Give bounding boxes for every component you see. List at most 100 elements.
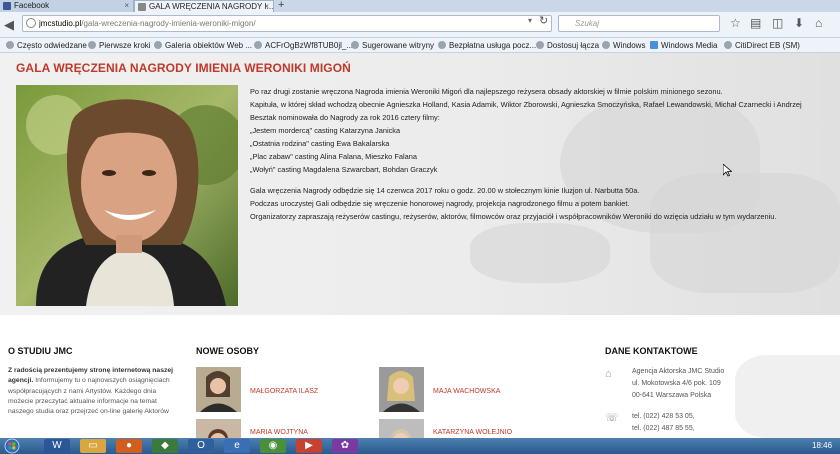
site-info-icon[interactable] [26, 18, 36, 28]
tab-facebook[interactable]: Facebook × [0, 0, 134, 12]
clock[interactable]: 18:46 [812, 438, 832, 454]
search-input[interactable]: Szukaj [558, 15, 720, 32]
bookmark-icon [88, 41, 96, 49]
contact-phones: tel. (022) 428 53 05, tel. (022) 487 85 … [632, 411, 695, 435]
person-name[interactable]: MAŁGORZATA ILASZ [250, 388, 318, 395]
bookmark-star-icon[interactable]: ☆ [730, 16, 741, 30]
film-nominee: „Plac zabaw" casting Alina Falana, Miesz… [250, 152, 417, 161]
back-icon[interactable]: ◀ [4, 12, 14, 38]
bookmark-label: Dostosuj łącza [547, 41, 600, 50]
bookmark-label: Sugerowane witryny [362, 41, 435, 50]
article-paragraph: Besztak nominowała do Nagrody za rok 201… [250, 113, 440, 122]
person-photo[interactable] [379, 419, 424, 438]
bookmark-item[interactable]: Windows [602, 38, 645, 53]
person-avatar [196, 419, 241, 438]
footer: O STUDIU JMC Z radością prezentujemy str… [0, 315, 840, 438]
bookmark-icon [154, 41, 162, 49]
article-paragraph: Podczas uroczystej Gali odbędzie się wrę… [250, 199, 630, 208]
facebook-icon [3, 2, 11, 10]
address-bar[interactable]: jmcstudio.pl/gala-wreczenia-nagrody-imie… [22, 15, 552, 32]
app-icon[interactable]: ✿ [332, 439, 358, 453]
bookmark-icon [254, 41, 262, 49]
contact-address: Agencja Aktorska JMC Studio ul. Mokotows… [632, 366, 724, 401]
start-button-icon[interactable] [3, 438, 21, 454]
bookmark-item[interactable]: Sugerowane witryny [351, 38, 434, 53]
about-heading: O STUDIU JMC [8, 346, 73, 356]
bookmark-label: Pierwsze kroki [99, 41, 151, 50]
person-avatar [379, 367, 424, 412]
bookmark-icon [602, 41, 610, 49]
close-tab-icon[interactable]: × [124, 0, 129, 12]
bookmark-item[interactable]: Często odwiedzane [6, 38, 87, 53]
page-title: GALA WRĘCZENIA NAGRODY IMIENIA WERONIKI … [16, 61, 351, 75]
background-decoration [735, 355, 840, 438]
bookmark-label: Windows Media [661, 41, 718, 50]
person-name[interactable]: KATARZYNA WOŁEJNIO [433, 429, 512, 436]
bookmark-icon [351, 41, 359, 49]
bookmark-label: Galeria obiektów Web ... [165, 41, 253, 50]
mouse-cursor-icon [723, 164, 732, 177]
article-paragraph: Kapituła, w której skład wchodzą obecnie… [250, 100, 802, 109]
download-icon[interactable]: ⬇ [794, 16, 804, 30]
bookmark-item[interactable]: Dostosuj łącza [536, 38, 599, 53]
person-photo[interactable] [196, 419, 241, 438]
close-tab-icon[interactable]: × [264, 1, 269, 12]
person-avatar [379, 419, 424, 438]
ie-icon[interactable]: e [224, 439, 250, 453]
bookmark-item[interactable]: CitiDirect EB (SM) [724, 38, 800, 53]
tab-label: Facebook [14, 1, 50, 10]
article-paragraph: Organizatorzy zapraszają reżyserów casti… [250, 212, 777, 221]
home-icon[interactable]: ⌂ [815, 16, 822, 30]
bookmark-item[interactable]: Galeria obiektów Web ... [154, 38, 252, 53]
explorer-icon[interactable]: ▭ [80, 439, 106, 453]
reload-icon[interactable]: ↻ [539, 14, 548, 27]
tab-gala[interactable]: GALA WRĘCZENIA NAGRODY I... × [134, 0, 274, 12]
chrome-icon[interactable]: ◉ [260, 439, 286, 453]
article-section: GALA WRĘCZENIA NAGRODY IMIENIA WERONIKI … [0, 53, 840, 315]
contact-heading: DANE KONTAKTOWE [605, 346, 698, 356]
about-text: Z radością prezentujemy stronę interneto… [8, 366, 180, 417]
bookmarks-bar: Często odwiedzane Pierwsze kroki Galeria… [0, 38, 840, 53]
dropdown-icon[interactable]: ▾ [528, 16, 532, 25]
bookmark-item[interactable]: Pierwsze kroki [88, 38, 151, 53]
person-name[interactable]: MARIA WOJTYNA [250, 429, 308, 436]
article-body: Po raz drugi zostanie wręczona Nagroda i… [250, 85, 825, 223]
bookmark-label: CitiDirect EB (SM) [735, 41, 800, 50]
bookmark-item[interactable]: ACFrOgBzWf8TUB0jl_... [254, 38, 353, 53]
new-people-heading: NOWE OSOBY [196, 346, 260, 356]
new-tab-button[interactable]: + [278, 0, 284, 11]
portrait-photo [16, 85, 238, 306]
contact-line: ul. Mokotowska 4/6 pok. 109 [632, 379, 721, 387]
reading-list-icon[interactable]: ▤ [750, 16, 761, 30]
person-photo[interactable] [379, 367, 424, 412]
windows-media-icon [650, 41, 658, 49]
pocket-icon[interactable]: ◫ [772, 16, 783, 30]
bookmark-label: ACFrOgBzWf8TUB0jl_... [265, 41, 354, 50]
film-nominee: „Ostatnia rodzina" casting Ewa Bakalarsk… [250, 139, 390, 148]
bookmark-icon [6, 41, 14, 49]
bookmark-label: Windows [613, 41, 646, 50]
bookmark-label: Często odwiedzane [17, 41, 87, 50]
person-name[interactable]: MAJA WACHOWSKA [433, 388, 500, 395]
firefox-icon[interactable]: ● [116, 439, 142, 453]
taskbar: W ▭ ● ◆ O e ◉ ▶ ✿ 18:46 [0, 438, 840, 454]
outlook-icon[interactable]: O [188, 439, 214, 453]
bookmark-icon [724, 41, 732, 49]
background-decoration [470, 223, 610, 283]
person-photo[interactable] [196, 367, 241, 412]
contact-line: 00-641 Warszawa Polska [632, 391, 712, 399]
tab-bar: Facebook × GALA WRĘCZENIA NAGRODY I... ×… [0, 0, 840, 12]
bookmark-icon [438, 41, 446, 49]
media-icon[interactable]: ▶ [296, 439, 322, 453]
word-icon[interactable]: W [44, 439, 70, 453]
article-paragraph: Po raz drugi zostanie wręczona Nagroda i… [250, 87, 723, 96]
phone-icon: ☏ [605, 412, 619, 424]
bookmark-label: Bezpłatna usługa pocz... [449, 41, 537, 50]
bookmark-icon [536, 41, 544, 49]
app-icon[interactable]: ◆ [152, 439, 178, 453]
bookmark-item[interactable]: Bezpłatna usługa pocz... [438, 38, 536, 53]
article-paragraph: Gala wręczenia Nagrody odbędzie się 14 c… [250, 186, 640, 195]
bookmark-item[interactable]: Windows Media [650, 38, 717, 53]
person-avatar [196, 367, 241, 412]
url-domain: jmcstudio.pl [39, 19, 82, 28]
